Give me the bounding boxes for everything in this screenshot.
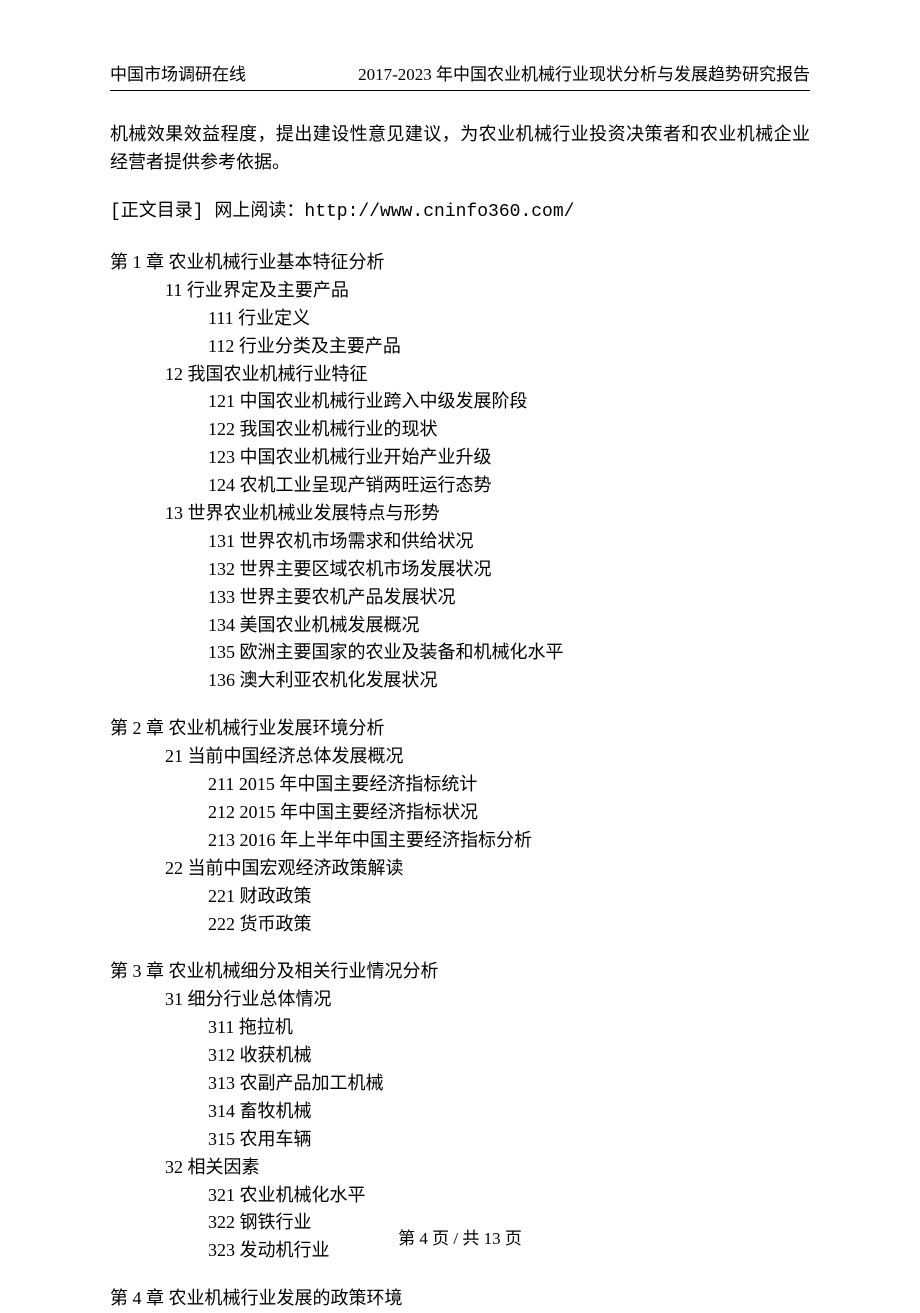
section-item: 133 世界主要农机产品发展状况 xyxy=(110,584,810,612)
page-footer: 第 4 页 / 共 13 页 xyxy=(0,1226,920,1252)
section-item: 221 财政政策 xyxy=(110,883,810,911)
table-of-contents: 第 1 章 农业机械行业基本特征分析11 行业界定及主要产品111 行业定义11… xyxy=(110,249,810,1313)
intro-paragraph: 机械效果效益程度，提出建设性意见建议，为农业机械行业投资决策者和农业机械企业经营… xyxy=(110,121,810,177)
section-title: 12 我国农业机械行业特征 xyxy=(110,361,810,389)
section-item: 312 收获机械 xyxy=(110,1042,810,1070)
chapter-title: 第 4 章 农业机械行业发展的政策环境 xyxy=(110,1285,810,1313)
section-item: 135 欧洲主要国家的农业及装备和机械化水平 xyxy=(110,639,810,667)
section-item: 134 美国农业机械发展概况 xyxy=(110,612,810,640)
chapter: 第 2 章 农业机械行业发展环境分析21 当前中国经济总体发展概况211 201… xyxy=(110,715,810,938)
section-item: 112 行业分类及主要产品 xyxy=(110,333,810,361)
chapter-title: 第 2 章 农业机械行业发展环境分析 xyxy=(110,715,810,743)
chapter-title: 第 3 章 农业机械细分及相关行业情况分析 xyxy=(110,958,810,986)
directory-link-line: [正文目录] 网上阅读：http://www.cninfo360.com/ xyxy=(110,199,810,227)
section-item: 311 拖拉机 xyxy=(110,1014,810,1042)
section-title: 13 世界农业机械业发展特点与形势 xyxy=(110,500,810,528)
section-item: 211 2015 年中国主要经济指标统计 xyxy=(110,771,810,799)
section-item: 313 农副产品加工机械 xyxy=(110,1070,810,1098)
section-title: 31 细分行业总体情况 xyxy=(110,986,810,1014)
section-item: 314 畜牧机械 xyxy=(110,1098,810,1126)
chapter-title: 第 1 章 农业机械行业基本特征分析 xyxy=(110,249,810,277)
section-item: 124 农机工业呈现产销两旺运行态势 xyxy=(110,472,810,500)
section-title: 11 行业界定及主要产品 xyxy=(110,277,810,305)
section-item: 222 货币政策 xyxy=(110,911,810,939)
section-item: 122 我国农业机械行业的现状 xyxy=(110,416,810,444)
header-left: 中国市场调研在线 xyxy=(110,62,246,88)
section-item: 213 2016 年上半年中国主要经济指标分析 xyxy=(110,827,810,855)
header-divider xyxy=(110,90,810,91)
section-item: 123 中国农业机械行业开始产业升级 xyxy=(110,444,810,472)
header-right: 2017-2023 年中国农业机械行业现状分析与发展趋势研究报告 xyxy=(358,62,810,88)
section-item: 315 农用车辆 xyxy=(110,1126,810,1154)
section-item: 121 中国农业机械行业跨入中级发展阶段 xyxy=(110,388,810,416)
section-title: 32 相关因素 xyxy=(110,1154,810,1182)
chapter: 第 1 章 农业机械行业基本特征分析11 行业界定及主要产品111 行业定义11… xyxy=(110,249,810,695)
section-item: 131 世界农机市场需求和供给状况 xyxy=(110,528,810,556)
section-title: 22 当前中国宏观经济政策解读 xyxy=(110,855,810,883)
chapter: 第 3 章 农业机械细分及相关行业情况分析31 细分行业总体情况311 拖拉机3… xyxy=(110,958,810,1265)
section-item: 212 2015 年中国主要经济指标状况 xyxy=(110,799,810,827)
section-item: 132 世界主要区域农机市场发展状况 xyxy=(110,556,810,584)
section-title: 21 当前中国经济总体发展概况 xyxy=(110,743,810,771)
section-item: 111 行业定义 xyxy=(110,305,810,333)
chapter: 第 4 章 农业机械行业发展的政策环境 xyxy=(110,1285,810,1313)
section-item: 321 农业机械化水平 xyxy=(110,1182,810,1210)
section-item: 136 澳大利亚农机化发展状况 xyxy=(110,667,810,695)
